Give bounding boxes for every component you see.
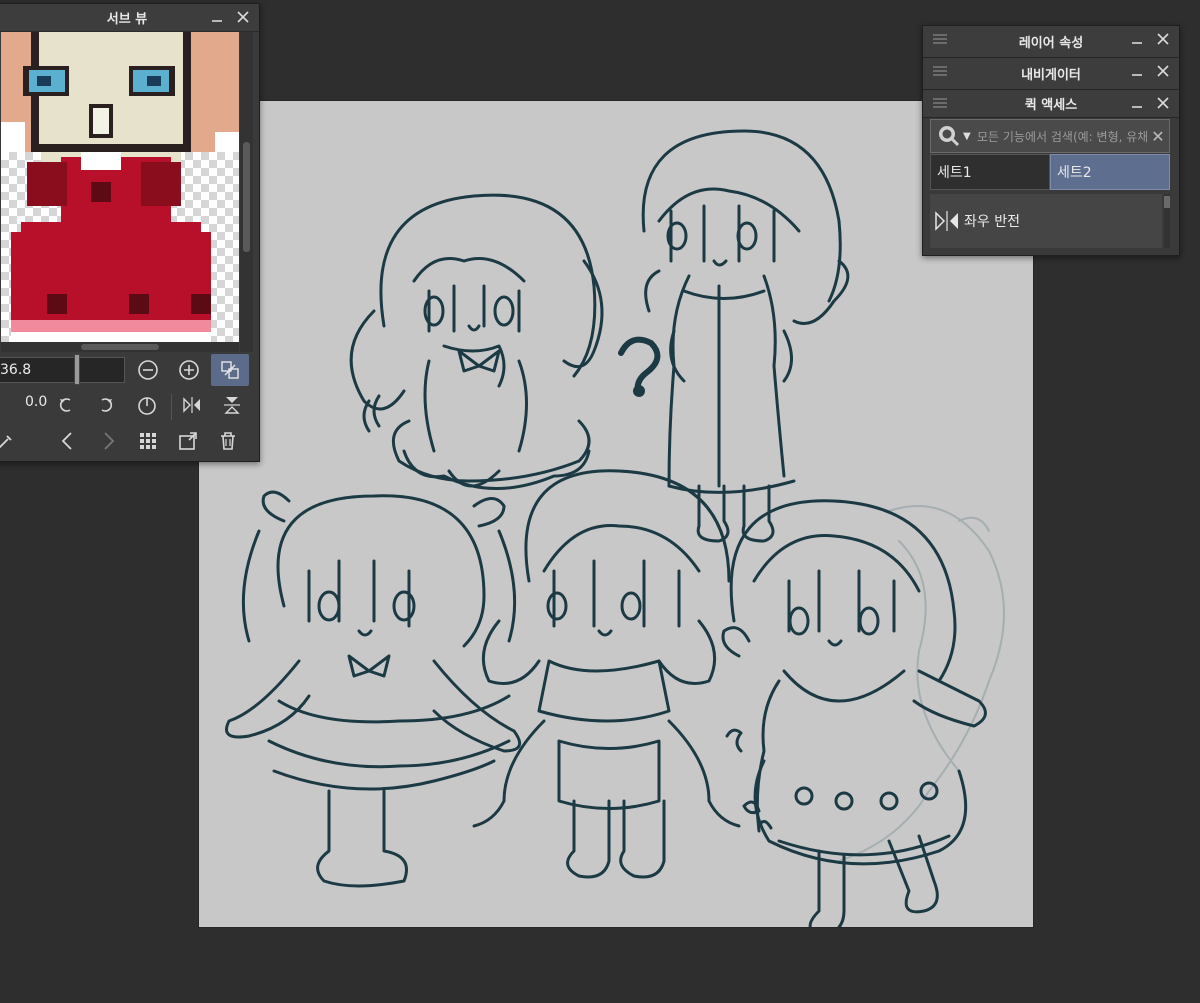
- sketch-question-mark: [618, 336, 661, 397]
- quick-access-tabs: 세트1 세트2: [930, 154, 1170, 190]
- minimize-icon[interactable]: [209, 8, 225, 26]
- rotate-right-icon[interactable]: [93, 392, 119, 418]
- flip-vertical-icon[interactable]: [219, 392, 245, 418]
- next-image-icon[interactable]: [95, 428, 121, 454]
- navigator-titlebar[interactable]: 내비게이터: [923, 58, 1179, 90]
- sub-view-titlebar[interactable]: 서브 뷰: [0, 4, 259, 32]
- quick-access-scrollbar[interactable]: [1164, 194, 1170, 248]
- search-icon[interactable]: [935, 122, 963, 150]
- zoom-slider-handle[interactable]: [74, 354, 80, 385]
- delete-icon[interactable]: [215, 428, 241, 454]
- drawing-canvas[interactable]: [199, 101, 1033, 927]
- sub-view-preview[interactable]: [1, 32, 239, 342]
- rotate-left-icon[interactable]: [53, 392, 79, 418]
- sub-view-title: 서브 뷰: [106, 12, 148, 27]
- rotation-angle-value: 0.0: [25, 394, 48, 410]
- layer-properties-titlebar[interactable]: 레이어 속성: [923, 26, 1179, 58]
- quick-access-search[interactable]: ▼ 모든 기능에서 검색(예: 변형, 유채 브 ✕: [930, 119, 1170, 153]
- minimize-icon[interactable]: [1129, 62, 1145, 80]
- previous-image-icon[interactable]: [55, 428, 81, 454]
- grid-view-icon[interactable]: [135, 428, 161, 454]
- quick-access-item-label: 좌우 반전: [964, 214, 1020, 230]
- zoom-in-icon[interactable]: [176, 357, 202, 383]
- quick-access-titlebar[interactable]: 퀵 액세스: [923, 90, 1179, 118]
- vertical-scrollbar[interactable]: [240, 32, 253, 352]
- horizontal-scrollbar[interactable]: [1, 342, 239, 352]
- minimize-icon[interactable]: [1129, 94, 1145, 112]
- zoom-field[interactable]: 36.8: [0, 357, 125, 383]
- minimize-icon[interactable]: [1129, 30, 1145, 48]
- chevron-down-icon[interactable]: ▼: [963, 131, 977, 142]
- menu-grip-icon[interactable]: [933, 34, 947, 45]
- menu-grip-icon[interactable]: [933, 98, 947, 109]
- clear-search-icon[interactable]: ✕: [1147, 127, 1169, 146]
- sketch-character-sitting: [349, 193, 604, 490]
- reset-rotation-icon[interactable]: [134, 392, 160, 418]
- right-panel-dock: 레이어 속성 내비게이터 퀵 액세스 ▼ 모든 기능에서 검색(예: 변형, 유…: [922, 25, 1180, 256]
- navigator-title: 내비게이터: [1021, 68, 1081, 83]
- close-icon[interactable]: [1155, 94, 1171, 112]
- search-placeholder[interactable]: 모든 기능에서 검색(예: 변형, 유채 브: [977, 128, 1147, 145]
- sketch-character-standing-1: [641, 129, 850, 543]
- import-image-icon[interactable]: [175, 428, 201, 454]
- zoom-out-icon[interactable]: [135, 357, 161, 383]
- quick-access-item-flip-horizontal[interactable]: 좌우 반전: [930, 194, 1162, 248]
- quick-access-title: 퀵 액세스: [1024, 98, 1078, 113]
- layer-properties-title: 레이어 속성: [1018, 36, 1084, 51]
- close-icon[interactable]: [235, 8, 251, 26]
- eyedropper-icon[interactable]: [0, 428, 19, 454]
- tab-set2[interactable]: 세트2: [1050, 154, 1170, 190]
- sketch-character-curly-dress: [721, 499, 987, 927]
- line-art-sketch: [225, 129, 1005, 927]
- menu-grip-icon[interactable]: [933, 66, 947, 77]
- fit-to-view-icon[interactable]: [211, 354, 249, 386]
- sub-view-panel: 서브 뷰 36.8 0.0: [0, 3, 260, 462]
- close-icon[interactable]: [1155, 62, 1171, 80]
- pixel-art-preview: [1, 32, 239, 342]
- flip-horizontal-icon: [930, 206, 964, 236]
- close-icon[interactable]: [1155, 30, 1171, 48]
- tab-set1[interactable]: 세트1: [930, 154, 1050, 190]
- flip-horizontal-icon[interactable]: [179, 392, 205, 418]
